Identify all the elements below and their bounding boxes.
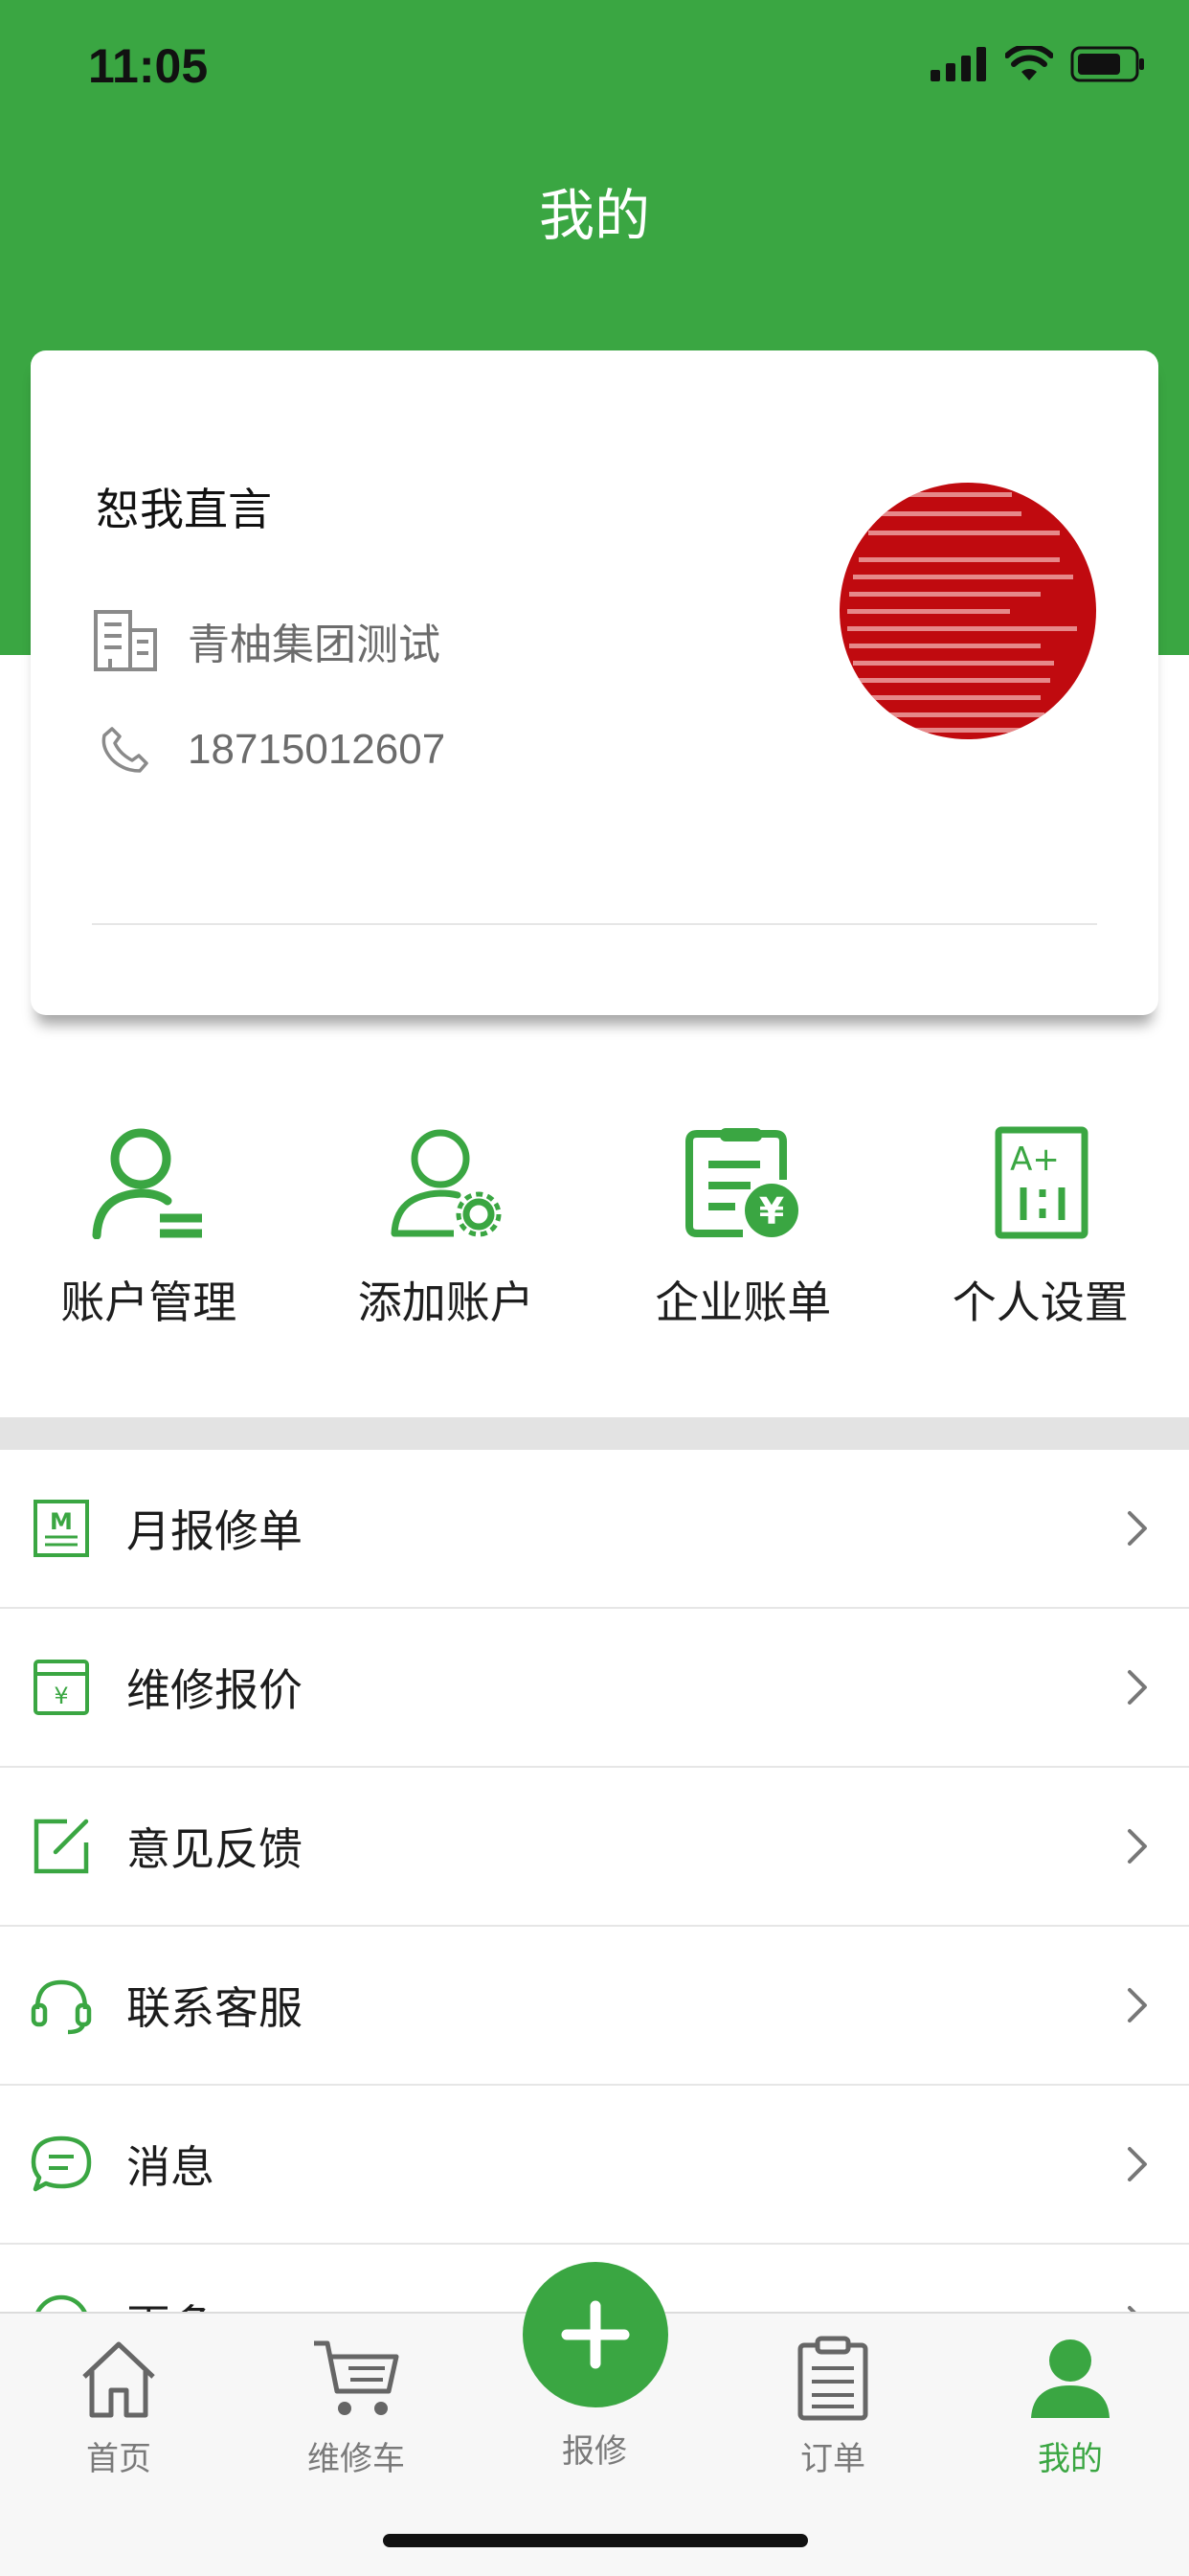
- home-icon: [71, 2333, 167, 2425]
- status-time: 11:05: [88, 38, 208, 94]
- page-title: 我的: [0, 170, 1189, 251]
- wifi-icon: [1005, 46, 1053, 82]
- user-name: 恕我直言: [96, 475, 272, 538]
- chevron-right-icon: [1126, 1986, 1149, 2024]
- quick-action-personal-settings[interactable]: A+ 个人设置: [892, 1120, 1189, 1350]
- repair-fab-button[interactable]: [523, 2262, 668, 2407]
- company-row: 青柚集团测试: [92, 607, 440, 674]
- avatar[interactable]: [840, 483, 1096, 739]
- signal-icon: [931, 47, 988, 81]
- quick-action-label: 企业账单: [655, 1268, 831, 1331]
- svg-text:¥: ¥: [54, 1683, 68, 1709]
- svg-text:¥: ¥: [759, 1190, 784, 1232]
- svg-text:A+: A+: [1010, 1141, 1060, 1179]
- building-icon: [92, 607, 159, 674]
- clipboard-icon: [785, 2333, 881, 2425]
- phone-row: 18715012607: [92, 716, 445, 783]
- quick-action-label: 个人设置: [953, 1268, 1129, 1331]
- menu-item-repair-quote[interactable]: ¥ 维修报价: [0, 1609, 1189, 1768]
- account-manage-icon: [86, 1120, 211, 1245]
- tab-label: 维修车: [307, 2432, 405, 2479]
- menu-label: 消息: [126, 2133, 214, 2196]
- personal-settings-icon: A+: [978, 1120, 1103, 1245]
- phone-number: 18715012607: [188, 726, 445, 774]
- chevron-right-icon: [1126, 2145, 1149, 2183]
- home-indicator: [383, 2534, 808, 2547]
- headset-icon: [27, 1971, 96, 2040]
- menu-label: 联系客服: [126, 1974, 303, 2037]
- quick-action-account-manage[interactable]: 账户管理: [0, 1120, 298, 1350]
- status-icons: [931, 46, 1147, 82]
- chevron-right-icon: [1126, 1668, 1149, 1706]
- menu-label: 维修报价: [126, 1656, 303, 1719]
- section-divider: [0, 1417, 1189, 1450]
- menu-item-feedback[interactable]: 意见反馈: [0, 1768, 1189, 1927]
- phone-icon: [92, 716, 159, 783]
- feedback-icon: [27, 1812, 96, 1881]
- message-icon: [27, 2130, 96, 2199]
- menu-item-messages[interactable]: 消息: [0, 2086, 1189, 2245]
- svg-text:M: M: [50, 1508, 73, 1535]
- add-account-icon: [384, 1120, 508, 1245]
- repair-quote-icon: ¥: [27, 1653, 96, 1722]
- chevron-right-icon: [1126, 1509, 1149, 1548]
- tab-mine[interactable]: 我的: [975, 2333, 1166, 2479]
- enterprise-bill-icon: ¥: [681, 1120, 805, 1245]
- chevron-right-icon: [1126, 1827, 1149, 1865]
- profile-card[interactable]: 恕我直言 青柚集团测试 18715012607: [31, 350, 1158, 1015]
- battery-icon: [1070, 46, 1147, 82]
- menu-label: 月报修单: [126, 1497, 303, 1560]
- company-name: 青柚集团测试: [188, 610, 440, 671]
- tab-repair-label[interactable]: 报修: [499, 2425, 690, 2472]
- avatar-image: [840, 483, 1096, 739]
- status-bar: 11:05: [0, 0, 1189, 134]
- monthly-report-icon: M: [27, 1494, 96, 1563]
- menu-item-customer-service[interactable]: 联系客服: [0, 1927, 1189, 2086]
- tab-label: 我的: [1038, 2432, 1103, 2479]
- tab-home[interactable]: 首页: [23, 2333, 214, 2479]
- tab-label: 首页: [86, 2432, 151, 2479]
- quick-action-label: 添加账户: [358, 1268, 534, 1331]
- quick-action-enterprise-bill[interactable]: ¥ 企业账单: [594, 1120, 892, 1350]
- menu-list: M 月报修单 ¥ 维修报价 意见反馈: [0, 1450, 1189, 2404]
- cart-icon: [308, 2333, 404, 2425]
- tab-orders[interactable]: 订单: [737, 2333, 929, 2479]
- card-divider: [92, 923, 1097, 925]
- plus-icon: [561, 2300, 630, 2369]
- menu-label: 意见反馈: [126, 1815, 303, 1878]
- tab-cart[interactable]: 维修车: [260, 2333, 452, 2479]
- person-icon: [1022, 2333, 1118, 2425]
- quick-action-add-account[interactable]: 添加账户: [298, 1120, 595, 1350]
- quick-actions: 账户管理 添加账户 ¥ 企业账单: [0, 1120, 1189, 1350]
- menu-item-monthly-report[interactable]: M 月报修单: [0, 1450, 1189, 1609]
- quick-action-label: 账户管理: [60, 1268, 236, 1331]
- tab-label: 订单: [800, 2432, 865, 2479]
